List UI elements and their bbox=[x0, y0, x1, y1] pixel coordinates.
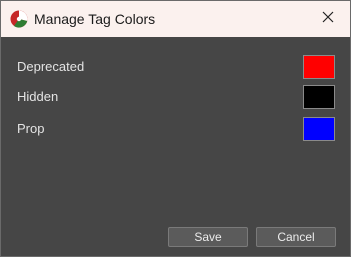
tag-label: Hidden bbox=[17, 89, 59, 104]
close-icon bbox=[322, 10, 334, 28]
save-button[interactable]: Save bbox=[168, 227, 248, 247]
color-swatch-prop[interactable] bbox=[303, 117, 335, 141]
window-title: Manage Tag Colors bbox=[34, 11, 156, 27]
close-button[interactable] bbox=[306, 1, 350, 37]
tag-label: Prop bbox=[17, 121, 45, 136]
color-swatch-deprecated[interactable] bbox=[303, 55, 335, 79]
tag-row-prop: Prop bbox=[17, 117, 335, 141]
manage-tag-colors-dialog: Manage Tag Colors Deprecated Hidden Prop… bbox=[0, 0, 351, 257]
tag-row-hidden: Hidden bbox=[17, 85, 335, 109]
color-swatch-hidden[interactable] bbox=[303, 85, 335, 109]
title-bar: Manage Tag Colors bbox=[1, 1, 350, 37]
tag-label: Deprecated bbox=[17, 59, 85, 74]
app-logo-icon bbox=[10, 10, 28, 28]
tag-row-deprecated: Deprecated bbox=[17, 55, 335, 79]
dialog-content: Deprecated Hidden Prop Save Cancel bbox=[1, 37, 350, 256]
cancel-button[interactable]: Cancel bbox=[256, 227, 336, 247]
